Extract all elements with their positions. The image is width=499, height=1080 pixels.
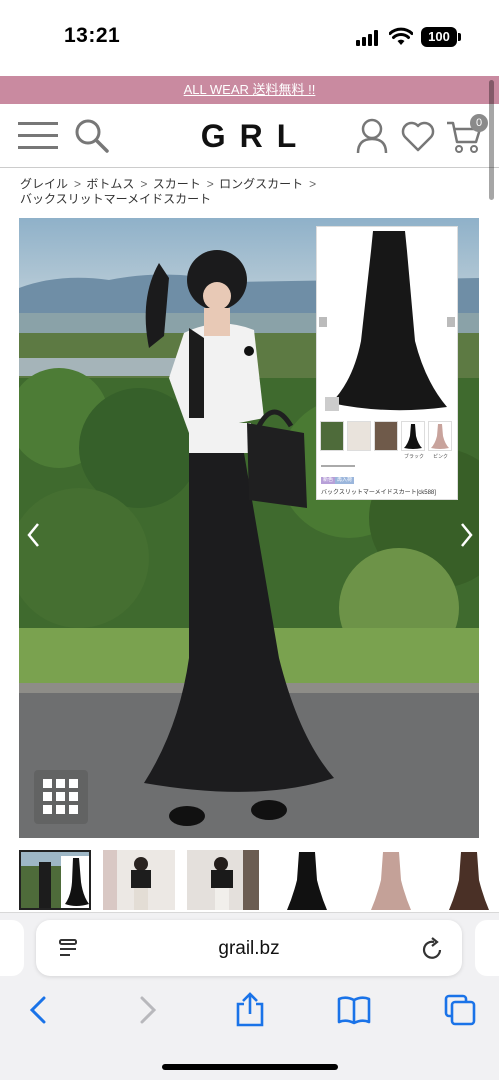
chevron-right-icon[interactable] (128, 992, 164, 1028)
status-bar: 13:21 100 (0, 0, 499, 76)
site-header: GRL (0, 104, 499, 168)
thumbnail-strip (19, 850, 499, 910)
inset-thumb[interactable] (320, 421, 344, 451)
screen: 13:21 100 ALL WEAR 送料無料 !! GRL 0 グレイル > … (0, 0, 499, 1080)
url-text: grail.bz (218, 938, 280, 959)
status-time: 13:21 (64, 24, 121, 47)
inset-thumb-pink[interactable] (428, 421, 452, 451)
thumbnail-item[interactable] (355, 850, 427, 910)
battery-tip (458, 33, 461, 41)
share-icon[interactable] (232, 992, 268, 1028)
thumbnail-item[interactable] (103, 850, 175, 910)
breadcrumb-item[interactable]: ボトムス (86, 177, 134, 191)
photo-next-arrow-icon[interactable] (456, 520, 476, 550)
heart-icon[interactable] (401, 120, 435, 152)
breadcrumb: グレイル > ボトムス > スカート > ロングスカート > バックスリットマーメイドス… (20, 177, 480, 207)
breadcrumb-item[interactable]: グレイル (20, 177, 68, 191)
breadcrumb-separator: > (309, 177, 317, 191)
next-tab-peek[interactable] (475, 920, 499, 976)
cart-count-badge: 0 (470, 114, 488, 132)
breadcrumb-current: バックスリットマーメイドスカート (20, 192, 212, 206)
inset-thumb[interactable] (374, 421, 398, 451)
thumbnail-item[interactable] (187, 850, 259, 910)
inset-scroll-indicator (321, 465, 355, 467)
inset-thumb-label: ピンク (433, 454, 449, 460)
skirt-product-image (331, 231, 447, 411)
breadcrumb-separator: > (140, 177, 148, 191)
tabs-icon[interactable] (442, 992, 478, 1028)
inset-next-icon[interactable] (447, 317, 455, 327)
inset-grid-icon[interactable] (325, 397, 339, 411)
thumbnail-item[interactable] (19, 850, 91, 910)
promo-link[interactable]: ALL WEAR 送料無料 !! (184, 82, 316, 97)
wifi-icon (389, 27, 413, 45)
breadcrumb-separator: > (206, 177, 214, 191)
user-icon[interactable] (356, 118, 388, 154)
chevron-left-icon[interactable] (22, 992, 58, 1028)
inset-prev-icon[interactable] (319, 317, 327, 327)
inset-tag: 再入荷 (335, 477, 355, 484)
breadcrumb-item[interactable]: スカート (153, 177, 201, 191)
thumbnail-item[interactable] (271, 850, 343, 910)
cellular-signal-icon (356, 30, 382, 46)
grid-icon[interactable] (34, 770, 88, 824)
book-icon[interactable] (336, 992, 372, 1028)
product-inset-card[interactable]: ブラック ピンク 新色 再入荷 バックスリットマーメイドスカート[ck588] (316, 226, 458, 500)
reload-icon[interactable] (422, 937, 444, 961)
home-indicator (162, 1064, 338, 1070)
scrollbar[interactable] (489, 80, 494, 200)
inset-thumb[interactable] (347, 421, 371, 451)
address-bar[interactable]: grail.bz (36, 920, 462, 976)
photo-prev-arrow-icon[interactable] (24, 520, 44, 550)
promo-banner: ALL WEAR 送料無料 !! (0, 76, 499, 104)
inset-caption: バックスリットマーメイドスカート[ck588] (321, 490, 436, 496)
inset-tag: 新色 (321, 477, 336, 484)
inset-thumb-black[interactable] (401, 421, 425, 451)
breadcrumb-separator: > (74, 177, 82, 191)
inset-thumb-label: ブラック (404, 454, 425, 460)
battery-icon: 100 (421, 27, 457, 47)
breadcrumb-item[interactable]: ロングスカート (219, 177, 303, 191)
thumbnail-item[interactable] (439, 850, 499, 910)
previous-tab-peek[interactable] (0, 920, 24, 976)
